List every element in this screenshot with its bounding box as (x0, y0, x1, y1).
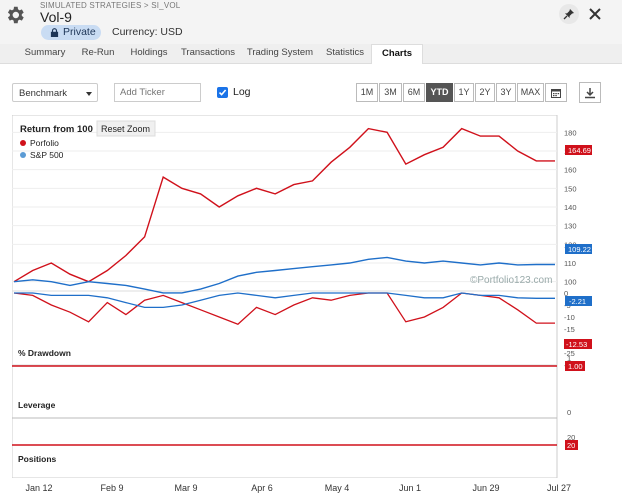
legend-sp500[interactable]: S&P 500 (30, 150, 64, 160)
tab-trading-system[interactable]: Trading System (245, 44, 315, 63)
svg-text:-2.21: -2.21 (569, 297, 586, 306)
legend-portfolio[interactable]: Porfolio (30, 138, 59, 148)
download-icon (585, 88, 595, 99)
legend-dot-sp500 (20, 152, 26, 158)
calendar-button[interactable] (545, 83, 567, 102)
benchmark-value: Benchmark (19, 88, 68, 99)
close-icon[interactable] (585, 4, 605, 24)
y-tick-label: 160 (564, 166, 577, 175)
x-tick-label: Feb 9 (100, 483, 124, 493)
y-tick-label: 150 (564, 184, 577, 193)
end-badge-dd-sp500: -2.21 (565, 296, 592, 306)
tab-summary[interactable]: Summary (15, 44, 75, 63)
end-badge-portfolio: 164.69 (565, 145, 592, 155)
x-tick-label: May 4 (324, 483, 350, 493)
dd-tick-label: -15 (564, 325, 575, 334)
watermark: ©Portfolio123.com (470, 275, 552, 286)
pin-button[interactable] (559, 4, 579, 24)
log-label: Log (233, 86, 251, 98)
add-ticker-input[interactable] (114, 83, 201, 102)
y-tick-label: 110 (564, 259, 576, 268)
end-badge-sp500: 109.22 (565, 244, 592, 254)
tab-holdings[interactable]: Holdings (123, 44, 175, 63)
tab-re-run[interactable]: Re-Run (76, 44, 120, 63)
pane-label-drawdown: % Drawdown (18, 348, 71, 358)
x-tick-label: Mar 9 (174, 483, 198, 493)
svg-text:-12.53: -12.53 (566, 340, 587, 349)
tab-bar: Summary Re-Run Holdings Transactions Tra… (0, 44, 622, 64)
range-ytd-button[interactable]: YTD (426, 83, 453, 102)
download-button[interactable] (579, 82, 601, 103)
tab-charts[interactable]: Charts (371, 44, 423, 64)
chart-title: Return from 100 (20, 124, 93, 135)
range-6m-button[interactable]: 6M (403, 83, 425, 102)
tab-statistics[interactable]: Statistics (320, 44, 370, 63)
svg-text:1.00: 1.00 (568, 362, 583, 371)
lev-tick-label: 0 (567, 408, 571, 417)
y-tick-label: 100 (564, 278, 577, 287)
end-badge-dd-portfolio: -12.53 (564, 339, 592, 349)
gear-icon[interactable] (4, 4, 26, 26)
header-bar: SIMULATED STRATEGIES > SI_VOL Vol-9 Priv… (0, 0, 622, 44)
chevron-down-icon (86, 92, 92, 96)
reset-zoom-label: Reset Zoom (101, 124, 150, 134)
pin-icon (563, 9, 574, 20)
pane-label-positions: Positions (18, 454, 57, 464)
currency-label: Currency: USD (112, 26, 183, 38)
range-max-button[interactable]: MAX (517, 83, 544, 102)
performance-chart: 1801701601501401301201101000-5-10-15-20-… (12, 115, 592, 478)
range-1m-button[interactable]: 1M (356, 83, 378, 102)
page-title: Vol-9 (40, 9, 72, 25)
private-badge: Private (41, 25, 101, 40)
y-tick-label: 180 (564, 128, 577, 137)
benchmark-select[interactable]: Benchmark (12, 83, 98, 102)
axis-ticks: 1801701601501401301201101000-5-10-15-20-… (564, 128, 577, 442)
range-3m-button[interactable]: 3M (379, 83, 402, 102)
svg-text:109.22: 109.22 (568, 245, 591, 254)
end-badge-positions: 20 (565, 440, 578, 450)
svg-text:164.69: 164.69 (568, 146, 591, 155)
legend-dot-portfolio (20, 140, 26, 146)
private-label: Private (63, 26, 96, 38)
range-2y-button[interactable]: 2Y (475, 83, 495, 102)
range-3y-button[interactable]: 3Y (496, 83, 516, 102)
range-1y-button[interactable]: 1Y (454, 83, 474, 102)
lock-icon (50, 28, 59, 37)
x-tick-label: Jun 1 (398, 483, 422, 493)
tab-transactions[interactable]: Transactions (178, 44, 238, 63)
reset-zoom-button[interactable]: Reset Zoom (96, 120, 156, 137)
pane-label-leverage: Leverage (18, 400, 56, 410)
y-tick-label: 140 (564, 203, 577, 212)
x-tick-label: Jan 12 (25, 483, 53, 493)
x-tick-label: Jul 27 (546, 483, 572, 493)
y-tick-label: 130 (564, 222, 577, 231)
log-checkbox[interactable] (217, 87, 228, 98)
svg-text:20: 20 (567, 441, 575, 450)
x-tick-label: Apr 6 (251, 483, 273, 493)
dd-tick-label: -10 (564, 313, 575, 322)
calendar-icon (551, 89, 561, 98)
end-badge-leverage: 1.00 (565, 361, 585, 371)
checkmark-icon (218, 89, 227, 96)
x-tick-label: Jun 29 (472, 483, 500, 493)
